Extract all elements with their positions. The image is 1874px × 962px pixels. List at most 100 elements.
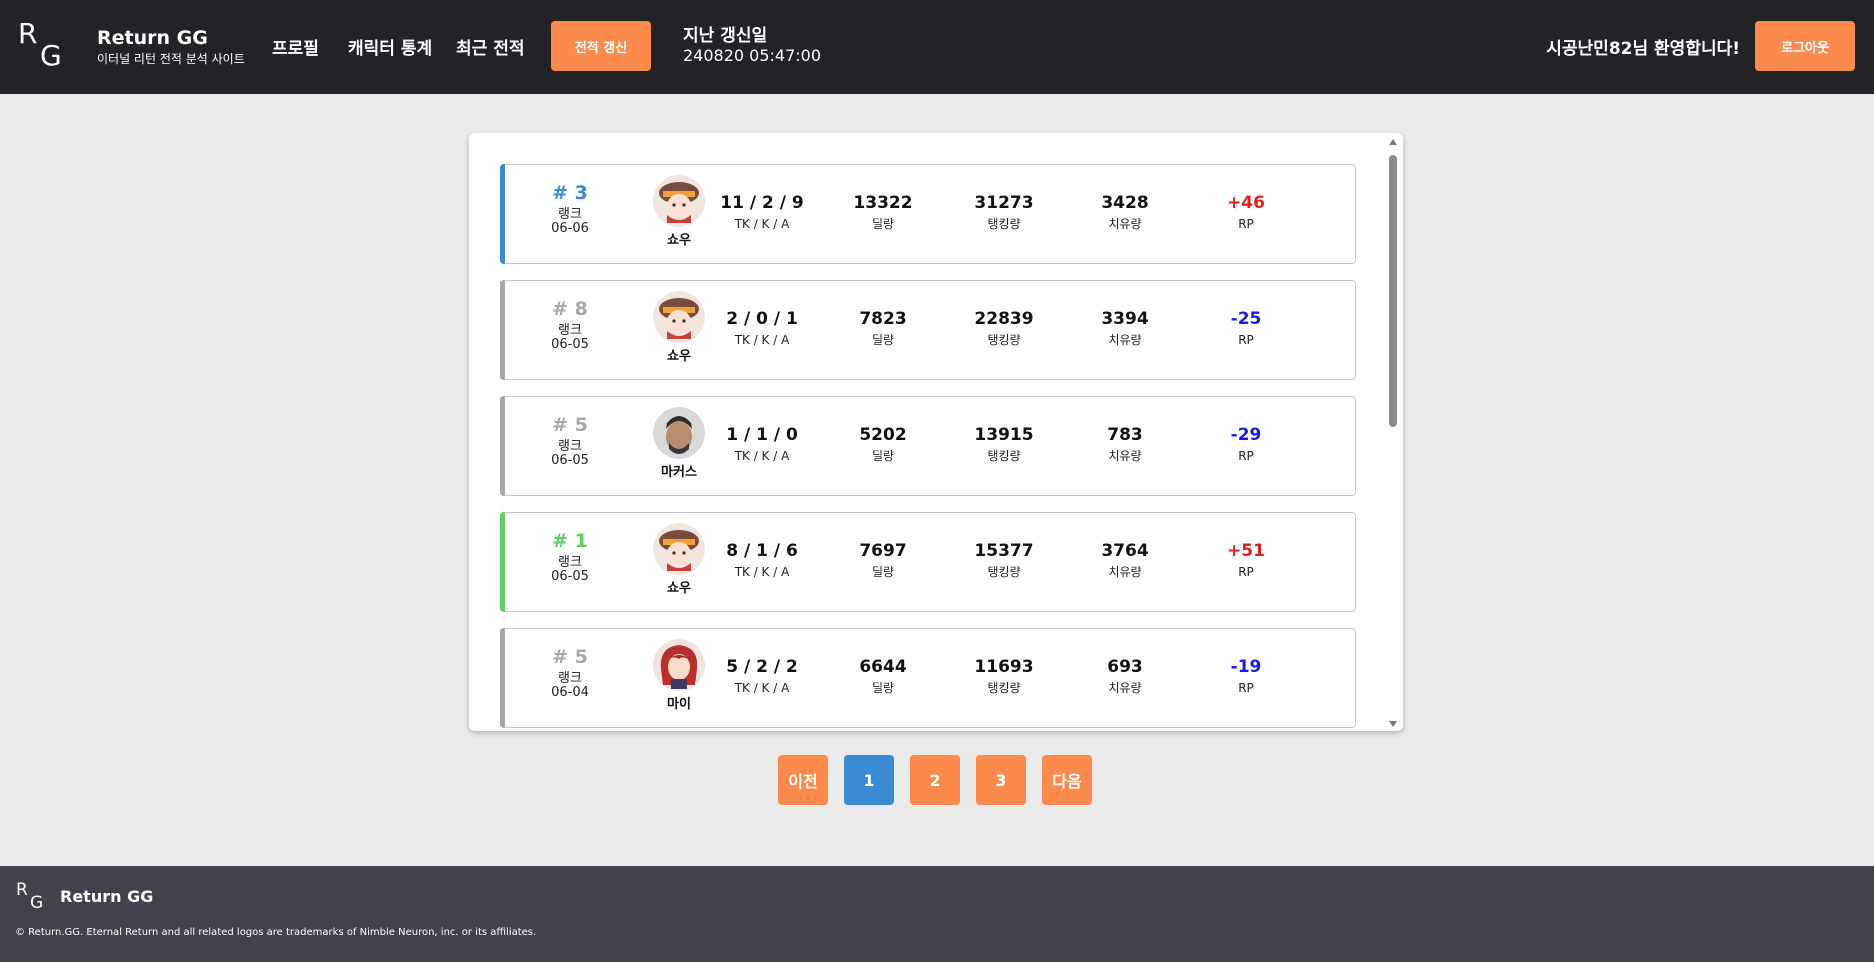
rp-stat: +51 RP	[1191, 541, 1301, 580]
tank-label: 탱킹량	[987, 565, 1021, 579]
nav-character-stats[interactable]: 캐릭터 통계	[348, 34, 432, 59]
last-update-label: 지난 갱신일	[683, 26, 768, 46]
logo-letter-g: G	[40, 39, 62, 72]
damage-stat: 7823 딜량	[828, 309, 938, 348]
heal-stat: 783 치유량	[1070, 425, 1180, 464]
tank-value: 15377	[974, 541, 1034, 561]
kda-label: TK / K / A	[734, 681, 790, 695]
rank-number: # 5	[552, 646, 588, 668]
damage-label: 딜량	[871, 333, 895, 347]
tank-label: 탱킹량	[987, 681, 1021, 695]
kda-value: 8 / 1 / 6	[726, 541, 798, 561]
tank-value: 31273	[974, 193, 1034, 213]
heal-label: 치유량	[1108, 565, 1142, 579]
result-accent-bar	[500, 164, 505, 264]
rp-label: RP	[1238, 217, 1254, 231]
match-rank: # 5 랭크 06-04	[531, 645, 609, 700]
welcome-message: 시공난민82님 환영합니다!	[1546, 39, 1740, 59]
tank-label: 탱킹량	[987, 449, 1021, 463]
match-date: 06-05	[551, 569, 589, 584]
heal-value: 3428	[1101, 193, 1149, 213]
last-update: 지난 갱신일 240820 05:47:00	[683, 26, 821, 66]
damage-label: 딜량	[871, 449, 895, 463]
rp-stat: +46 RP	[1191, 193, 1301, 232]
page-3-button[interactable]: 3	[976, 755, 1026, 805]
footer-logo: R G	[16, 882, 46, 914]
match-rank: # 8 랭크 06-05	[531, 297, 609, 352]
damage-value: 6644	[859, 657, 907, 677]
match-row[interactable]: # 3 랭크 06-06 쇼우 11 / 2 / 9 TK / K / A 13…	[500, 164, 1356, 264]
match-date: 06-05	[551, 337, 589, 352]
scroll-up-arrow-icon[interactable]	[1389, 139, 1397, 145]
result-accent-bar	[500, 628, 505, 728]
kda-label: TK / K / A	[734, 565, 790, 579]
match-row[interactable]: # 5 랭크 06-04 마이 5 / 2 / 2 TK / K / A 664…	[500, 628, 1356, 728]
page-1-button[interactable]: 1	[844, 755, 894, 805]
rank-number: # 5	[552, 414, 588, 436]
match-date: 06-04	[551, 685, 589, 700]
rp-value: +51	[1227, 541, 1265, 561]
damage-value: 7697	[859, 541, 907, 561]
logo[interactable]: R G	[18, 20, 66, 72]
scrollbar[interactable]	[1387, 139, 1399, 727]
game-mode: 랭크	[558, 439, 582, 454]
tank-stat: 13915 탱킹량	[949, 425, 1059, 464]
result-accent-bar	[500, 512, 505, 612]
next-page-button[interactable]: 다음	[1042, 755, 1092, 805]
character-avatar	[653, 291, 705, 343]
damage-label: 딜량	[871, 681, 895, 695]
kda-stat: 11 / 2 / 9 TK / K / A	[707, 193, 817, 232]
match-rank: # 1 랭크 06-05	[531, 529, 609, 584]
tank-value: 13915	[974, 425, 1034, 445]
page-2-button[interactable]: 2	[910, 755, 960, 805]
heal-stat: 3428 치유량	[1070, 193, 1180, 232]
damage-value: 5202	[859, 425, 907, 445]
rp-value: -25	[1230, 309, 1262, 329]
logout-button[interactable]: 로그아웃	[1755, 21, 1855, 71]
kda-value: 11 / 2 / 9	[720, 193, 804, 213]
character-avatar	[653, 407, 705, 459]
heal-value: 783	[1107, 425, 1143, 445]
match-row[interactable]: # 5 랭크 06-05 마커스 1 / 1 / 0 TK / K / A 52…	[500, 396, 1356, 496]
logo-letter-r: R	[18, 17, 38, 50]
kda-stat: 1 / 1 / 0 TK / K / A	[707, 425, 817, 464]
scroll-down-arrow-icon[interactable]	[1389, 721, 1397, 727]
tank-stat: 22839 탱킹량	[949, 309, 1059, 348]
damage-stat: 6644 딜량	[828, 657, 938, 696]
damage-stat: 13322 딜량	[828, 193, 938, 232]
kda-value: 1 / 1 / 0	[726, 425, 798, 445]
damage-label: 딜량	[871, 565, 895, 579]
character: 쇼우	[649, 175, 709, 248]
kda-value: 5 / 2 / 2	[726, 657, 798, 677]
footer-brand-name: Return GG	[60, 887, 154, 906]
character-name: 마커스	[661, 465, 697, 480]
rank-number: # 1	[552, 530, 588, 552]
character: 쇼우	[649, 291, 709, 364]
prev-page-button[interactable]: 이전	[778, 755, 828, 805]
character-name: 쇼우	[667, 349, 691, 364]
footer-copyright: © Return.GG. Eternal Return and all rela…	[15, 927, 537, 938]
nav-recent-matches[interactable]: 최근 전적	[456, 34, 524, 59]
rp-label: RP	[1238, 449, 1254, 463]
match-date: 06-05	[551, 453, 589, 468]
match-row[interactable]: # 8 랭크 06-05 쇼우 2 / 0 / 1 TK / K / A 782…	[500, 280, 1356, 380]
heal-value: 3764	[1101, 541, 1149, 561]
refresh-record-button[interactable]: 전적 갱신	[551, 21, 651, 71]
game-mode: 랭크	[558, 323, 582, 338]
rank-number: # 3	[552, 182, 588, 204]
brand: Return GG 이터널 리턴 전적 분석 사이트	[97, 26, 245, 67]
damage-label: 딜량	[871, 217, 895, 231]
match-row[interactable]: # 1 랭크 06-05 쇼우 8 / 1 / 6 TK / K / A 769…	[500, 512, 1356, 612]
rp-stat: -25 RP	[1191, 309, 1301, 348]
last-update-value: 240820 05:47:00	[683, 46, 822, 65]
nav-profile[interactable]: 프로필	[272, 34, 319, 59]
heal-label: 치유량	[1108, 333, 1142, 347]
tank-label: 탱킹량	[987, 333, 1021, 347]
kda-label: TK / K / A	[734, 449, 790, 463]
kda-value: 2 / 0 / 1	[726, 309, 798, 329]
kda-stat: 2 / 0 / 1 TK / K / A	[707, 309, 817, 348]
character-name: 마이	[667, 697, 691, 712]
tank-stat: 11693 탱킹량	[949, 657, 1059, 696]
scroll-thumb[interactable]	[1389, 155, 1397, 427]
heal-value: 3394	[1101, 309, 1149, 329]
